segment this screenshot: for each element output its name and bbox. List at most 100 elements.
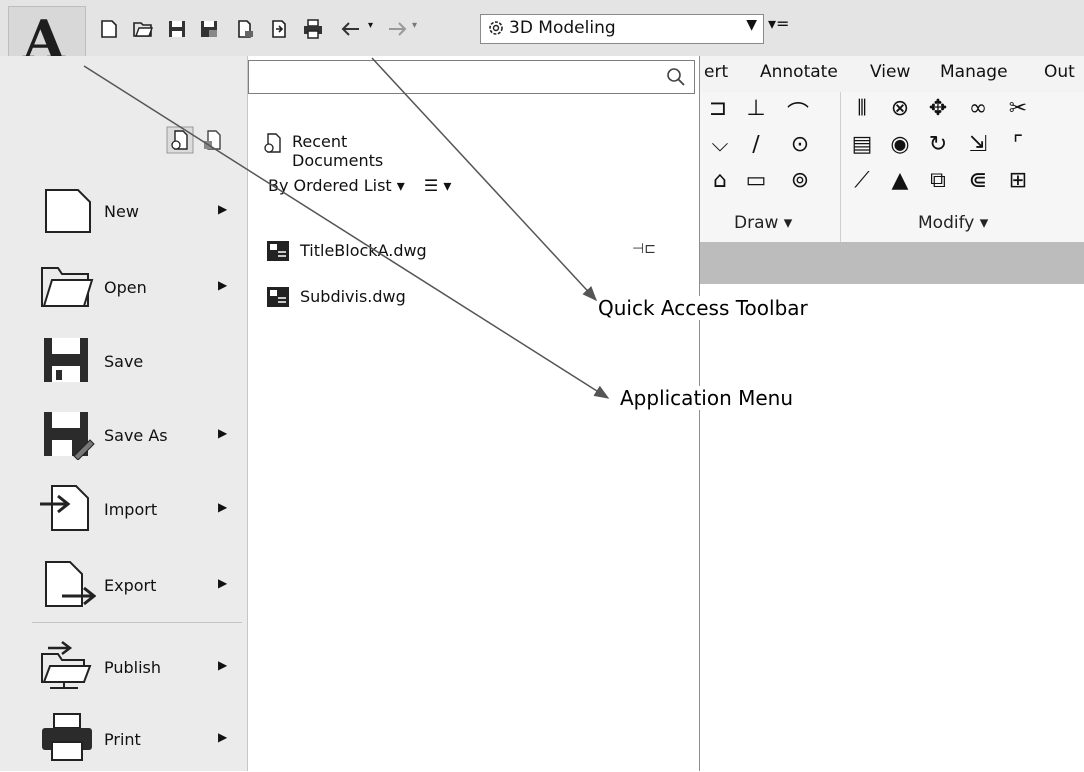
gear-icon	[489, 21, 503, 35]
menu-item-label: Print	[104, 730, 141, 749]
submenu-arrow-icon: ▶	[218, 202, 228, 216]
stretch-icon[interactable]: ⇲	[962, 132, 994, 157]
menu-item-print[interactable]: Print ▶	[32, 708, 242, 772]
new-icon	[45, 189, 91, 233]
publish-icon[interactable]	[232, 16, 258, 42]
ribbon-tab-bar: ert Annotate View Manage Out	[700, 56, 1084, 92]
recent-documents-icon	[264, 133, 281, 153]
circle-icon[interactable]: ⊙	[784, 132, 816, 157]
ordering-label: By Ordered List ▾	[268, 176, 405, 195]
tab-view[interactable]: View	[870, 62, 910, 82]
array-icon[interactable]: ▤	[846, 132, 878, 157]
open-documents-toggle-icon[interactable]	[200, 126, 228, 154]
search-input[interactable]	[248, 60, 695, 94]
recent-documents-toggle-icon[interactable]	[166, 126, 194, 154]
hatch-icon[interactable]: ⊥	[740, 96, 772, 121]
menu-item-save-as[interactable]: Save As ▶	[32, 404, 242, 468]
search-icon[interactable]	[666, 67, 686, 87]
save-icon	[44, 338, 88, 382]
save-as-icon[interactable]	[196, 16, 222, 42]
copy-icon[interactable]: ⧉	[922, 168, 954, 193]
tab-annotate[interactable]: Annotate	[760, 62, 838, 82]
tab-insert[interactable]: ert	[704, 62, 728, 82]
menu-item-label: Open	[104, 278, 147, 297]
menu-item-label: Publish	[104, 658, 162, 677]
ordering-dropdown[interactable]: By Ordered List ▾ ☰ ▾	[268, 176, 451, 195]
view-list-icon[interactable]: ☰ ▾	[424, 176, 451, 195]
submenu-arrow-icon: ▶	[218, 730, 228, 744]
menu-item-save[interactable]: Save	[32, 330, 242, 394]
open-folder-icon	[41, 267, 94, 307]
move-icon[interactable]: ✥	[922, 96, 954, 121]
document-name: TitleBlockA.dwg	[300, 241, 427, 260]
plot-icon[interactable]	[266, 16, 292, 42]
fillet-icon[interactable]: ⌜	[1002, 132, 1034, 157]
workspace-selector[interactable]: 3D Modeling ▼	[480, 14, 764, 44]
save-icon[interactable]	[164, 16, 190, 42]
rectangle-icon[interactable]: ⊐	[702, 96, 734, 121]
publish-icon	[41, 641, 92, 689]
menu-item-import[interactable]: Import ▶	[32, 478, 242, 542]
print-icon[interactable]	[300, 16, 326, 42]
import-icon	[40, 485, 89, 531]
menu-item-label: Save As	[104, 426, 168, 445]
dwg-file-icon	[267, 241, 289, 261]
menu-item-label: Save	[104, 352, 144, 371]
modify-panel-label[interactable]: Modify ▾	[918, 213, 988, 233]
rect-array-icon[interactable]: ⊞	[1002, 168, 1034, 193]
submenu-arrow-icon: ▶	[218, 658, 228, 672]
rotate-icon[interactable]: ↻	[922, 132, 954, 157]
menu-item-publish[interactable]: Publish ▶	[32, 636, 242, 700]
join-icon[interactable]: ∞	[962, 96, 994, 121]
workspace-name: 3D Modeling	[509, 18, 616, 38]
menu-item-new[interactable]: New ▶	[32, 180, 242, 244]
submenu-arrow-icon: ▶	[218, 576, 228, 590]
menu-item-open[interactable]: Open ▶	[32, 256, 242, 320]
line-icon[interactable]: ∕	[740, 132, 772, 157]
new-icon[interactable]	[96, 16, 122, 42]
export-icon	[45, 561, 96, 607]
redo-icon[interactable]	[384, 16, 410, 42]
print-icon	[42, 713, 92, 761]
tab-manage[interactable]: Manage	[940, 62, 1008, 82]
arc-icon[interactable]: ⌒	[782, 96, 814, 128]
polygon-icon[interactable]: ⌂	[704, 168, 736, 193]
ellipse-icon[interactable]: ⊚	[784, 168, 816, 193]
undo-icon[interactable]	[338, 16, 364, 42]
mirror-icon[interactable]: ⫴	[846, 96, 878, 121]
align-icon[interactable]: ▲	[884, 168, 916, 193]
chevron-down-icon: ▼	[746, 17, 757, 33]
menu-item-export[interactable]: Export ▶	[32, 554, 242, 618]
draw-panel-label[interactable]: Draw ▾	[734, 213, 792, 233]
document-name: Subdivis.dwg	[300, 287, 406, 306]
save-as-icon	[44, 412, 95, 460]
menu-item-label: Export	[104, 576, 157, 595]
undo-dropdown-icon[interactable]: ▾	[368, 20, 373, 31]
open-icon[interactable]	[130, 16, 156, 42]
pin-icon[interactable]: ⊣⊏	[632, 241, 656, 257]
3d-rotate-icon[interactable]: ⊗	[884, 96, 916, 121]
menu-item-label: New	[104, 202, 139, 221]
list-item[interactable]: TitleBlockA.dwg ⊣⊏	[266, 238, 666, 268]
submenu-arrow-icon: ▶	[218, 278, 228, 292]
panel-divider	[840, 92, 841, 242]
trim-icon[interactable]: ✂	[1002, 96, 1034, 121]
application-menu-callout: Application Menu	[620, 386, 794, 410]
ribbon-panel: ⊐ ⊥ ⌒ ⌵ ∕ ⊙ ⌂ ▭ ⊚ ⫴ ⊗ ✥ ∞ ✂ ▤ ◉ ↻ ⇲ ⌜ ⟋ …	[700, 92, 1084, 243]
submenu-arrow-icon: ▶	[218, 426, 228, 440]
tab-output[interactable]: Out	[1044, 62, 1075, 82]
erase-icon[interactable]: ⟋	[846, 168, 878, 193]
redo-dropdown-icon[interactable]: ▾	[412, 20, 417, 31]
offset-icon[interactable]: ⋐	[962, 168, 994, 193]
spline-icon[interactable]: ⌵	[704, 132, 736, 157]
menu-divider	[32, 622, 242, 623]
recent-documents-title: Recent Documents	[292, 132, 384, 170]
target-icon[interactable]: ◉	[884, 132, 916, 157]
region-icon[interactable]: ▭	[740, 168, 772, 193]
qat-customize-button[interactable]: ▾=	[768, 14, 789, 33]
file-tab-strip	[700, 242, 1084, 284]
dwg-file-icon	[267, 287, 289, 307]
submenu-arrow-icon: ▶	[218, 500, 228, 514]
quick-access-toolbar-callout: Quick Access Toolbar	[598, 296, 808, 320]
menu-item-label: Import	[104, 500, 158, 519]
